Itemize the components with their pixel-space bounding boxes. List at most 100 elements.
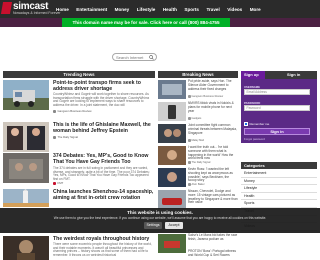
article-description: CountryWhimz and Gogetr will work togeth…	[53, 92, 150, 107]
article-thumbnail[interactable]	[3, 153, 49, 183]
auth-tabs: Sign up Sign in	[241, 71, 317, 79]
search-icon[interactable]	[149, 55, 154, 60]
trending-item[interactable]: Point-to-point transpo firms seek to add…	[3, 80, 155, 114]
article-title[interactable]: Sainz's Le Mans bid takes the race finis…	[188, 233, 238, 242]
breaking-header: Breaking News	[158, 71, 238, 78]
logo-tagline: Nowadays & Informed Forever	[13, 11, 61, 15]
cookie-text: We use them to give you the best experie…	[53, 216, 267, 220]
remember-label: Remember me	[249, 122, 270, 126]
article-description: The 374 debates are in full swing in par…	[53, 166, 150, 181]
forgot-password-link[interactable]: Forgot password	[244, 137, 265, 141]
article-title[interactable]: Nissan, Chevrolet, Dodge and more: 15 vi…	[188, 189, 238, 205]
article-title[interactable]: Joint committee fight common criminal th…	[188, 123, 238, 135]
cookie-settings-button[interactable]: Settings	[144, 222, 162, 229]
nav-lifestyle[interactable]: Lifestyle	[137, 7, 156, 12]
cookie-banner: This website is using cookies. We use th…	[0, 208, 320, 233]
article-thumbnail[interactable]	[158, 80, 186, 99]
breaking-item[interactable]: Kevin Ross: 'I wanted the left shooting …	[158, 167, 238, 190]
nav-health[interactable]: Health	[163, 7, 177, 12]
source-logo-icon	[53, 181, 56, 185]
article-source: Gadgets	[188, 117, 201, 120]
trending-item[interactable]: This is the life of Ghislaine Maxwell, t…	[3, 122, 155, 152]
categories-header: Categories	[241, 162, 317, 169]
article-source: Gangwon Business Review	[53, 109, 92, 113]
article-thumbnail[interactable]	[3, 80, 49, 110]
nav-travel[interactable]: Travel	[206, 7, 219, 12]
nav-money[interactable]: Money	[115, 7, 130, 12]
article-thumbnail[interactable]	[3, 122, 49, 152]
trending-header: Trending News	[3, 71, 155, 78]
category-item[interactable]: Entertainment	[241, 170, 317, 178]
category-item[interactable]: Lifestyle	[241, 185, 317, 193]
site-logo[interactable]: simcast Nowadays & Informed Forever	[0, 1, 60, 17]
sign-in-button[interactable]: Sign in	[244, 128, 310, 135]
category-item[interactable]: Health	[241, 193, 317, 201]
article-thumbnail[interactable]	[158, 146, 186, 165]
source-logo-icon	[53, 109, 56, 113]
article-title[interactable]: I want the truth out... 'he told someone…	[188, 145, 238, 161]
source-logo-icon	[188, 139, 191, 142]
article-thumbnail[interactable]	[158, 124, 186, 143]
article-title[interactable]: 374 Debates: Yes, MP's, Good to Know Tha…	[53, 153, 154, 165]
tab-sign-in[interactable]: Sign in	[287, 71, 317, 79]
logo-mark-icon	[0, 2, 13, 14]
article-source: Malay Mail	[188, 139, 204, 142]
breaking-item[interactable]: PROTON 'Boss': Portugal witness and Worl…	[158, 249, 238, 260]
breaking-item[interactable]: Put pride aside, says Hon. The Silence A…	[158, 79, 238, 102]
article-title[interactable]: PROTON 'Boss': Portugal witness and Worl…	[188, 249, 238, 258]
promo-banner-strip: This domain name may be for sale. Click …	[0, 18, 320, 27]
sign-in-form: USERNAME Email Address PASSWORD Password…	[241, 79, 317, 143]
nav-home[interactable]: Home	[56, 7, 69, 12]
banner-text: This domain name may be for sale. Click …	[72, 19, 220, 25]
source-name: The Daily Signal	[57, 135, 78, 139]
tab-sign-up[interactable]: Sign up	[241, 71, 265, 79]
source-logo-icon	[188, 117, 191, 120]
main-nav: Home Entertainment Money Lifestyle Healt…	[56, 0, 268, 18]
nav-videos[interactable]: Videos	[227, 7, 242, 12]
article-title[interactable]: Put pride aside, says Hon. The Silence A…	[188, 79, 238, 91]
nav-sports[interactable]: Sports	[184, 7, 199, 12]
source-name: Malay Mail	[191, 139, 204, 142]
article-title[interactable]: NMVRS tiktok virals in Nokia's & plans f…	[188, 101, 238, 113]
source-logo-icon	[188, 183, 191, 186]
article-source: Gangwon Business Review	[188, 95, 223, 98]
search-box	[112, 53, 157, 61]
source-name: Gadgets	[191, 117, 202, 120]
article-thumbnail[interactable]	[3, 189, 49, 207]
cookie-accept-button[interactable]: Accept	[165, 222, 183, 229]
article-thumbnail[interactable]	[158, 102, 186, 121]
source-name: Gangwon Business Review	[57, 109, 92, 113]
article-source: The Daily Signal	[53, 135, 78, 139]
article-title[interactable]: China launches Shenzhou-14 spaceship, ai…	[53, 189, 154, 201]
source-name: Alvin Baker	[191, 183, 205, 186]
cookie-title: This website is using cookies.	[127, 210, 193, 215]
search-input[interactable]	[116, 54, 150, 61]
article-thumbnail[interactable]	[3, 236, 49, 260]
trending-item[interactable]: The weirdest royals throughout history T…	[3, 236, 155, 260]
article-thumbnail[interactable]	[158, 168, 186, 187]
remember-checkbox[interactable]	[244, 122, 248, 126]
article-source: The Daily Signal	[188, 161, 210, 164]
nav-more[interactable]: More	[250, 7, 261, 12]
article-title[interactable]: This is the life of Ghislaine Maxwell, t…	[53, 122, 154, 134]
article-source: FMT	[53, 181, 63, 185]
breaking-item[interactable]: Joint committee fight common criminal th…	[158, 123, 238, 146]
remember-me[interactable]: Remember me	[244, 122, 269, 126]
category-item[interactable]: Money	[241, 178, 317, 186]
category-item[interactable]: Sports	[241, 200, 317, 208]
breaking-item[interactable]: I want the truth out... 'he told someone…	[158, 145, 238, 168]
domain-sale-banner[interactable]: This domain name may be for sale. Click …	[62, 18, 230, 27]
article-source: Alvin Baker	[188, 183, 205, 186]
article-title[interactable]: Kevin Ross: 'I wanted the left shooting …	[188, 167, 238, 183]
trending-item[interactable]: 374 Debates: Yes, MP's, Good to Know Tha…	[3, 153, 155, 187]
nav-entertainment[interactable]: Entertainment	[76, 7, 107, 12]
article-thumbnail[interactable]	[158, 190, 186, 209]
source-logo-icon	[188, 95, 191, 98]
password-field[interactable]: Password	[244, 105, 310, 111]
trending-item[interactable]: China launches Shenzhou-14 spaceship, ai…	[3, 189, 155, 207]
breaking-item[interactable]: NMVRS tiktok virals in Nokia's & plans f…	[158, 101, 238, 124]
article-title[interactable]: Point-to-point transpo firms seek to add…	[53, 80, 154, 92]
source-logo-icon	[188, 161, 191, 164]
source-name: FMT	[57, 181, 64, 185]
username-field[interactable]: Email Address	[244, 89, 310, 95]
